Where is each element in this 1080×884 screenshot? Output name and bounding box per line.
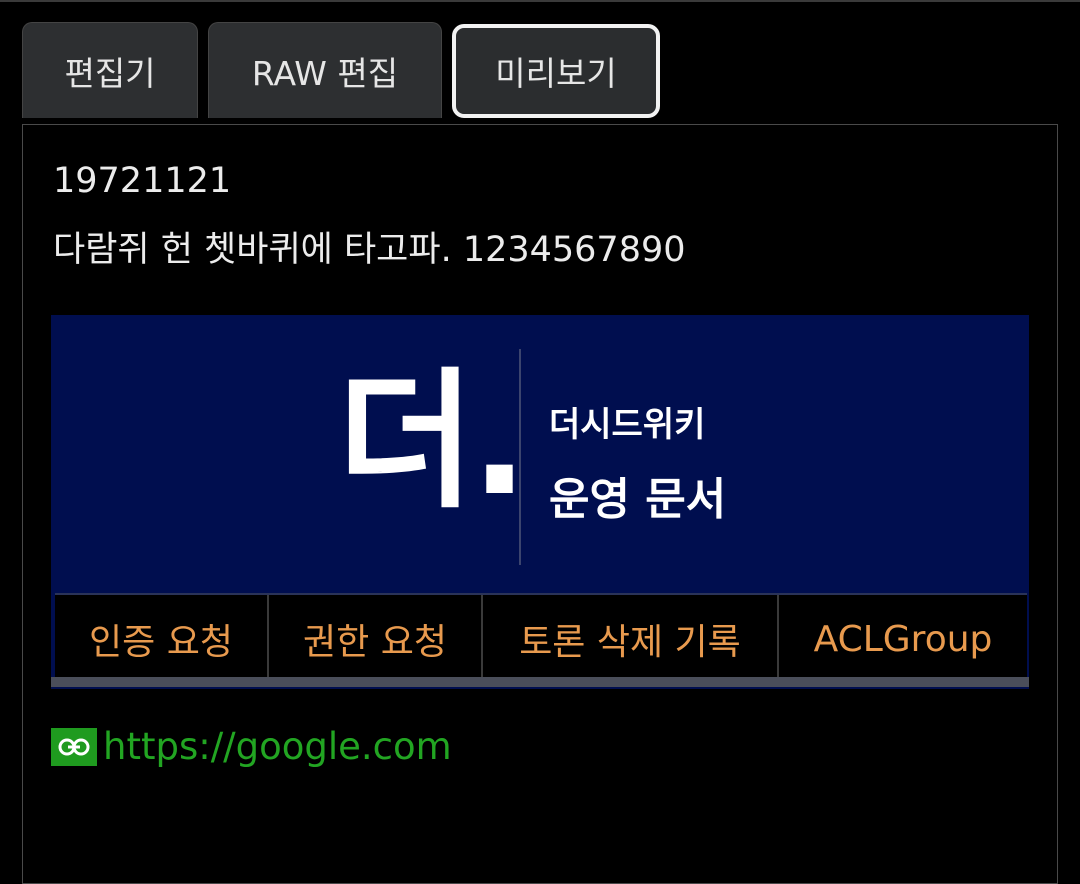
tab-raw-edit[interactable]: RAW 편집 [208, 22, 442, 118]
banner-bottom-bar [51, 677, 1029, 687]
operation-doc-banner: 더. 더시드위키 운영 문서 인증 요청 권한 요청 토론 삭제 기록 ACLG… [51, 315, 1029, 689]
doc-type-title: 운영 문서 [549, 474, 727, 525]
preview-text-line-2: 다람쥐 헌 쳇바퀴에 타고파. 1234567890 [53, 230, 686, 270]
wiki-logo: 더. [337, 355, 528, 529]
nav-link-aclgroup[interactable]: ACLGroup [779, 595, 1027, 683]
nav-link-discussion-delete-log[interactable]: 토론 삭제 기록 [483, 595, 779, 683]
tab-preview[interactable]: 미리보기 [452, 24, 660, 118]
link-url[interactable]: https://google.com [103, 725, 452, 768]
preview-text-line-1: 19721121 [53, 161, 232, 201]
banner-nav: 인증 요청 권한 요청 토론 삭제 기록 ACLGroup [55, 593, 1027, 683]
external-link[interactable]: https://google.com [51, 725, 452, 768]
preview-panel: 19721121 다람쥐 헌 쳇바퀴에 타고파. 1234567890 더. 더… [22, 124, 1058, 884]
wiki-name: 더시드위키 [549, 405, 706, 445]
top-border [0, 0, 1080, 2]
nav-link-permission-request[interactable]: 권한 요청 [269, 595, 483, 683]
link-icon [51, 727, 97, 766]
tab-editor[interactable]: 편집기 [22, 22, 198, 118]
nav-link-auth-request[interactable]: 인증 요청 [55, 595, 269, 683]
banner-divider [519, 349, 521, 565]
editor-tabs: 편집기 RAW 편집 미리보기 [22, 22, 1062, 122]
